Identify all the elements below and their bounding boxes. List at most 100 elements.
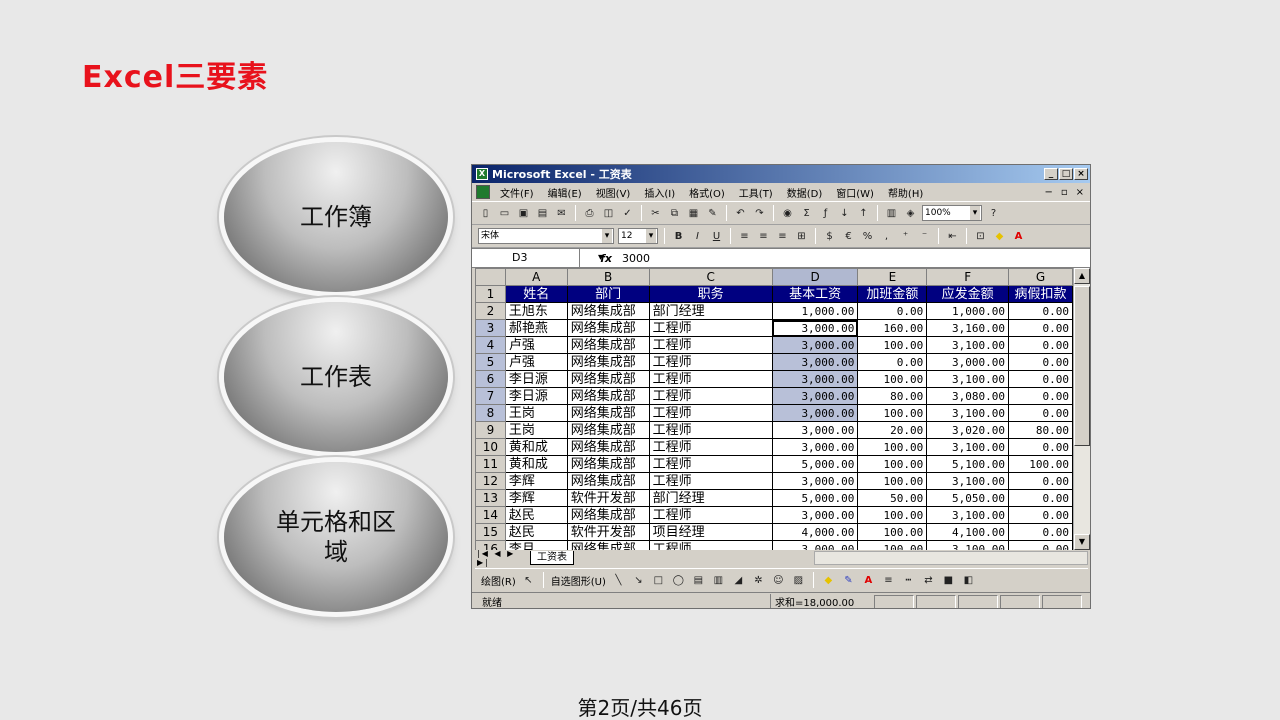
scroll-down-arrow[interactable]: ▼ [1074, 534, 1090, 550]
grid-cell[interactable]: 卢强 [504, 336, 568, 354]
underline-icon[interactable]: U [709, 229, 724, 244]
grid-cell[interactable]: 3,100.00 [926, 370, 1010, 388]
open-icon[interactable]: ▭ [497, 206, 512, 221]
grid-cell[interactable]: 基本工资 [771, 285, 859, 303]
shadow-icon[interactable]: ■ [941, 573, 956, 588]
grid-cell[interactable]: 5,000.00 [771, 489, 859, 507]
worksheet-grid[interactable]: A B C D E F G 1 姓名 部门 职务 基本工资 加班金额 应发金额 … [475, 268, 1073, 550]
menu-window[interactable]: 窗口(W) [836, 185, 874, 200]
grid-cell[interactable]: 软件开发部 [566, 523, 650, 541]
row-header[interactable]: 3 [475, 319, 506, 337]
grid-cell[interactable]: 工程师 [648, 421, 773, 439]
grid-cell[interactable]: 部门 [566, 285, 650, 303]
print-preview-icon[interactable]: ◫ [601, 206, 616, 221]
menu-format[interactable]: 格式(O) [689, 185, 725, 200]
spelling-icon[interactable]: ✓ [620, 206, 635, 221]
line-color-icon[interactable]: ✎ [841, 573, 856, 588]
grid-cell[interactable]: 黄和成 [504, 438, 568, 456]
grid-cell[interactable]: 工程师 [648, 455, 773, 473]
font-size-select[interactable]: 12 [618, 228, 658, 244]
grid-cell[interactable]: 黄和成 [504, 455, 568, 473]
grid-cell[interactable]: 0.00 [1008, 404, 1073, 422]
sheet-nav-arrows[interactable]: |◀ ◀ ▶ ▶| [475, 549, 530, 567]
align-left-icon[interactable]: ≡ [737, 229, 752, 244]
currency-icon[interactable]: $ [822, 229, 837, 244]
grid-cell[interactable]: 3,000.00 [771, 472, 859, 490]
grid-cell[interactable]: 加班金额 [857, 285, 928, 303]
grid-cell[interactable]: 3,000.00 [771, 540, 859, 550]
sheet-tab[interactable]: 工资表 [530, 550, 574, 565]
grid-cell[interactable]: 软件开发部 [566, 489, 650, 507]
grid-cell[interactable]: 部门经理 [648, 489, 773, 507]
grid-cell[interactable]: 100.00 [857, 540, 928, 550]
row-header[interactable]: 10 [475, 438, 506, 456]
menu-view[interactable]: 视图(V) [596, 185, 631, 200]
column-header[interactable]: C [648, 268, 773, 286]
line-style-icon[interactable]: ≡ [881, 573, 896, 588]
row-header[interactable]: 8 [475, 404, 506, 422]
picture-icon[interactable]: ▨ [791, 573, 806, 588]
grid-cell[interactable]: 80.00 [857, 387, 928, 405]
undo-icon[interactable]: ↶ [733, 206, 748, 221]
redo-icon[interactable]: ↷ [752, 206, 767, 221]
grid-cell[interactable]: 李日源 [504, 370, 568, 388]
vertical-textbox-icon[interactable]: ▥ [711, 573, 726, 588]
grid-cell[interactable]: 3,100.00 [926, 336, 1010, 354]
grid-cell[interactable]: 3,000.00 [771, 404, 859, 422]
arrow-icon[interactable]: ↘ [631, 573, 646, 588]
excel-titlebar[interactable]: X Microsoft Excel - 工资表 _ □ × [472, 165, 1090, 183]
cut-icon[interactable]: ✂ [648, 206, 663, 221]
sort-descending-icon[interactable]: ↑ [856, 206, 871, 221]
grid-cell[interactable]: 郝艳燕 [504, 319, 568, 337]
grid-cell[interactable]: 网络集成部 [566, 319, 650, 337]
comma-style-icon[interactable]: , [879, 229, 894, 244]
fill-color-icon[interactable]: ◆ [992, 229, 1007, 244]
grid-cell[interactable]: 网络集成部 [566, 438, 650, 456]
doc-close-button[interactable]: × [1076, 187, 1084, 198]
chart-wizard-icon[interactable]: ▥ [884, 206, 899, 221]
grid-cell[interactable]: 0.00 [1008, 319, 1073, 337]
format-painter-icon[interactable]: ✎ [705, 206, 720, 221]
autosum-icon[interactable]: Σ [799, 206, 814, 221]
grid-cell[interactable]: 0.00 [1008, 387, 1073, 405]
grid-cell[interactable]: 卢强 [504, 353, 568, 371]
grid-cell[interactable]: 工程师 [648, 506, 773, 524]
select-objects-icon[interactable]: ↖ [521, 573, 536, 588]
grid-cell[interactable]: 赵民 [504, 523, 568, 541]
row-header[interactable]: 13 [475, 489, 506, 507]
grid-cell[interactable]: 5,100.00 [926, 455, 1010, 473]
grid-cell[interactable]: 100.00 [857, 370, 928, 388]
grid-cell[interactable]: 100.00 [857, 438, 928, 456]
grid-cell[interactable]: 0.00 [1008, 302, 1073, 320]
grid-cell[interactable]: 5,050.00 [926, 489, 1010, 507]
row-header[interactable]: 7 [475, 387, 506, 405]
sort-ascending-icon[interactable]: ↓ [837, 206, 852, 221]
new-icon[interactable]: ▯ [478, 206, 493, 221]
font-color-icon[interactable]: A [1011, 229, 1026, 244]
column-header[interactable]: F [926, 268, 1010, 286]
grid-cell[interactable]: 工程师 [648, 387, 773, 405]
grid-cell[interactable]: 网络集成部 [566, 404, 650, 422]
grid-cell[interactable]: 3,000.00 [771, 370, 859, 388]
row-header[interactable]: 9 [475, 421, 506, 439]
diagram-icon[interactable]: ✲ [751, 573, 766, 588]
grid-cell[interactable]: 李辉 [504, 472, 568, 490]
workbook-icon[interactable] [476, 185, 490, 199]
paste-icon[interactable]: ▦ [686, 206, 701, 221]
align-right-icon[interactable]: ≡ [775, 229, 790, 244]
grid-cell[interactable]: 100.00 [857, 455, 928, 473]
help-icon[interactable]: ? [986, 206, 1001, 221]
name-box[interactable]: D3 [472, 249, 603, 267]
grid-cell[interactable]: 5,000.00 [771, 455, 859, 473]
menu-file[interactable]: 文件(F) [500, 185, 534, 200]
grid-cell[interactable]: 3,000.00 [771, 438, 859, 456]
row-header[interactable]: 14 [475, 506, 506, 524]
row-header[interactable]: 5 [475, 353, 506, 371]
row-header[interactable]: 15 [475, 523, 506, 541]
grid-cell[interactable]: 3,100.00 [926, 438, 1010, 456]
grid-cell[interactable]: 王岗 [504, 421, 568, 439]
grid-cell[interactable]: 3,160.00 [926, 319, 1010, 337]
textbox-icon[interactable]: ▤ [691, 573, 706, 588]
grid-cell[interactable]: 80.00 [1008, 421, 1073, 439]
row-header[interactable]: 1 [475, 285, 506, 303]
